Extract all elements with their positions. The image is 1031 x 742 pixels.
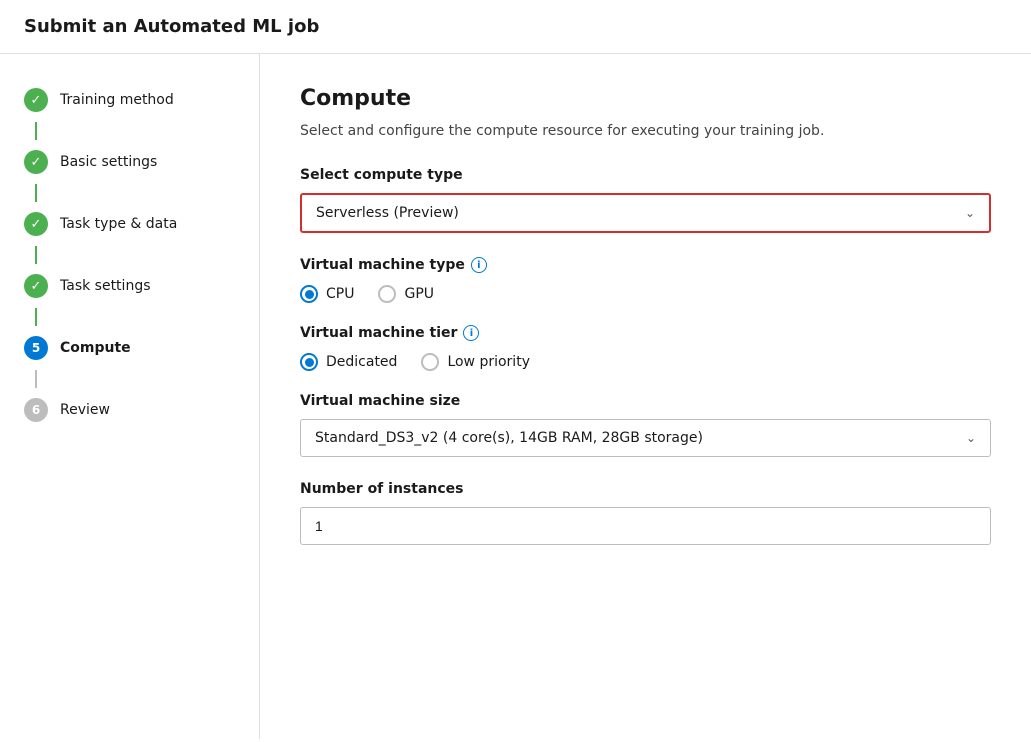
vm-tier-radio-group: Dedicated Low priority (300, 353, 991, 371)
step-icon-training-method: ✓ (24, 88, 48, 112)
vm-type-cpu-label: CPU (326, 286, 354, 302)
vm-size-chevron-icon: ⌄ (966, 431, 976, 445)
connector-2 (35, 184, 37, 202)
step-label-task-settings: Task settings (60, 278, 151, 294)
compute-type-label: Select compute type (300, 167, 991, 183)
vm-type-section: Virtual machine type i CPU GPU (300, 257, 991, 303)
vm-type-label: Virtual machine type (300, 257, 465, 273)
vm-tier-lowpriority-radio[interactable] (421, 353, 439, 371)
vm-tier-title: Virtual machine tier i (300, 325, 991, 341)
sidebar-item-compute[interactable]: 5 Compute (0, 326, 259, 370)
connector-1 (35, 122, 37, 140)
connector-4 (35, 308, 37, 326)
compute-type-chevron-icon: ⌄ (965, 206, 975, 220)
compute-type-dropdown[interactable]: Serverless (Preview) ⌄ (300, 193, 991, 233)
main-layout: ✓ Training method ✓ Basic settings ✓ Tas… (0, 54, 1031, 739)
step-label-task-type: Task type & data (60, 216, 177, 232)
step-label-compute: Compute (60, 340, 131, 356)
compute-type-value: Serverless (Preview) (316, 205, 459, 221)
vm-type-cpu-radio[interactable] (300, 285, 318, 303)
content-description: Select and configure the compute resourc… (300, 123, 991, 139)
vm-type-gpu-radio[interactable] (378, 285, 396, 303)
vm-tier-lowpriority-label: Low priority (447, 354, 530, 370)
instances-input[interactable] (300, 507, 991, 545)
step-label-basic-settings: Basic settings (60, 154, 157, 170)
page-header: Submit an Automated ML job (0, 0, 1031, 54)
sidebar-item-basic-settings[interactable]: ✓ Basic settings (0, 140, 259, 184)
vm-size-dropdown[interactable]: Standard_DS3_v2 (4 core(s), 14GB RAM, 28… (300, 419, 991, 457)
vm-size-label: Virtual machine size (300, 393, 991, 409)
vm-type-radio-group: CPU GPU (300, 285, 991, 303)
content-area: Compute Select and configure the compute… (260, 54, 1031, 739)
vm-tier-dedicated-label: Dedicated (326, 354, 397, 370)
step-icon-compute: 5 (24, 336, 48, 360)
step-label-review: Review (60, 402, 110, 418)
connector-3 (35, 246, 37, 264)
vm-tier-lowpriority-option[interactable]: Low priority (421, 353, 530, 371)
vm-tier-label: Virtual machine tier (300, 325, 457, 341)
content-title: Compute (300, 86, 991, 111)
vm-type-cpu-option[interactable]: CPU (300, 285, 354, 303)
step-icon-review: 6 (24, 398, 48, 422)
vm-type-info-icon[interactable]: i (471, 257, 487, 273)
sidebar-item-training-method[interactable]: ✓ Training method (0, 78, 259, 122)
step-icon-task-type: ✓ (24, 212, 48, 236)
step-label-training-method: Training method (60, 92, 174, 108)
vm-tier-dedicated-radio[interactable] (300, 353, 318, 371)
vm-type-title: Virtual machine type i (300, 257, 991, 273)
sidebar-item-review[interactable]: 6 Review (0, 388, 259, 432)
page-title: Submit an Automated ML job (24, 16, 319, 37)
step-icon-basic-settings: ✓ (24, 150, 48, 174)
vm-tier-info-icon[interactable]: i (463, 325, 479, 341)
step-icon-task-settings: ✓ (24, 274, 48, 298)
vm-type-gpu-option[interactable]: GPU (378, 285, 434, 303)
vm-type-gpu-label: GPU (404, 286, 434, 302)
connector-5 (35, 370, 37, 388)
sidebar-item-task-settings[interactable]: ✓ Task settings (0, 264, 259, 308)
vm-tier-section: Virtual machine tier i Dedicated Low pri… (300, 325, 991, 371)
sidebar: ✓ Training method ✓ Basic settings ✓ Tas… (0, 54, 260, 739)
vm-tier-dedicated-option[interactable]: Dedicated (300, 353, 397, 371)
instances-label: Number of instances (300, 481, 991, 497)
vm-size-value: Standard_DS3_v2 (4 core(s), 14GB RAM, 28… (315, 430, 703, 446)
sidebar-item-task-type[interactable]: ✓ Task type & data (0, 202, 259, 246)
